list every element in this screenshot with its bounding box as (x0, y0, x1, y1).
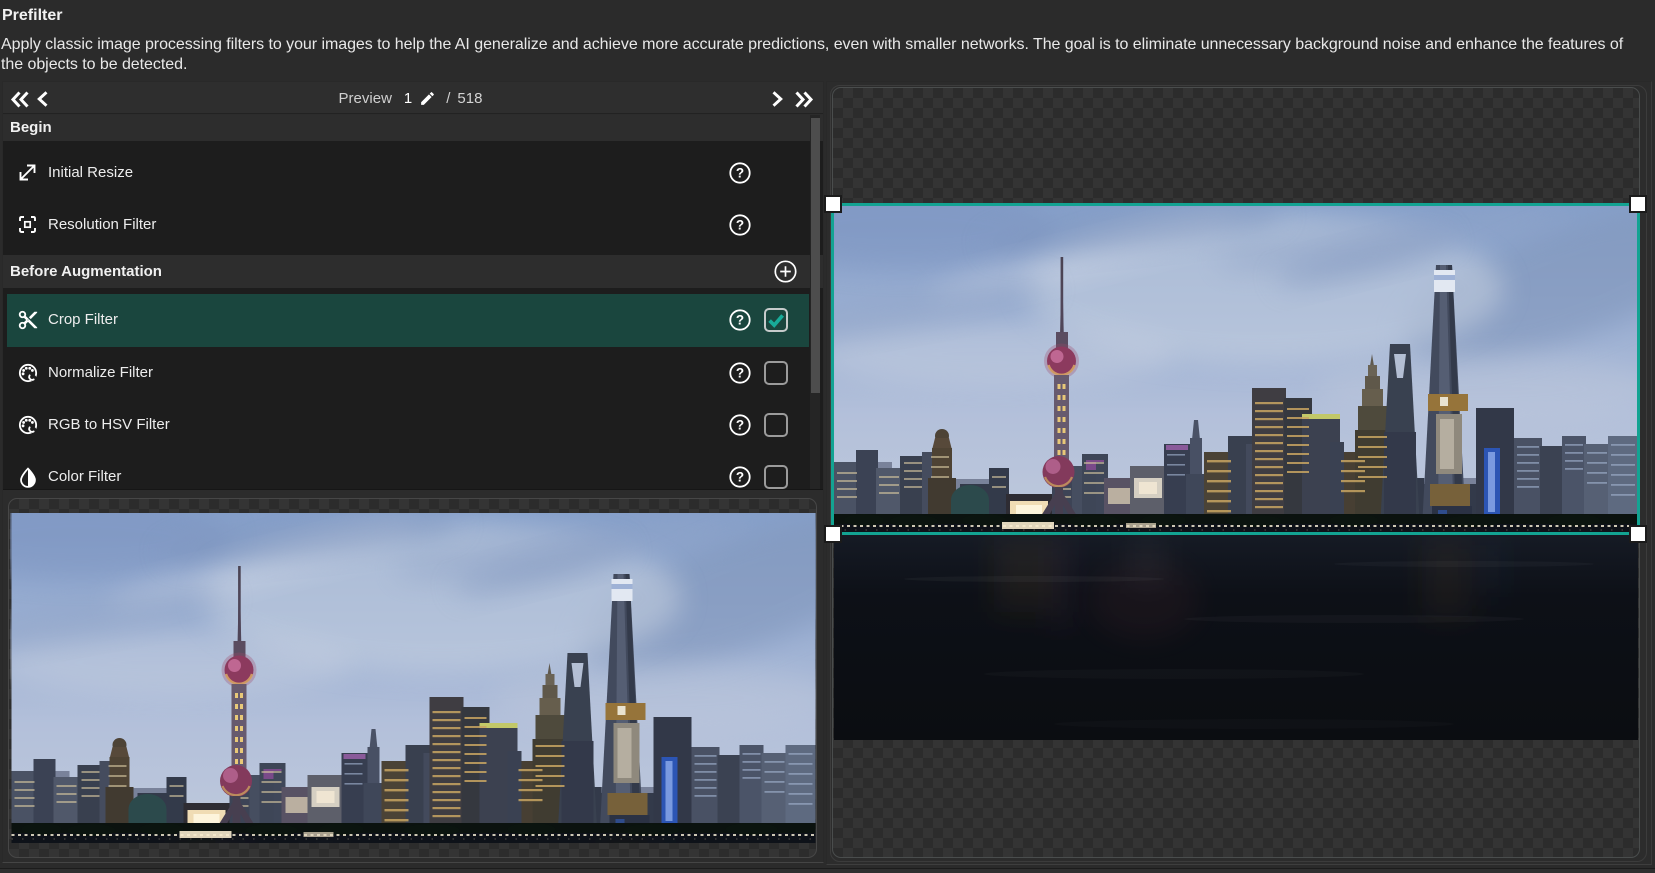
svg-text:?: ? (736, 366, 744, 381)
svg-text:?: ? (736, 313, 744, 328)
svg-text:?: ? (736, 166, 744, 181)
svg-text:?: ? (736, 418, 744, 433)
svg-text:?: ? (736, 218, 744, 233)
svg-text:?: ? (736, 470, 744, 485)
